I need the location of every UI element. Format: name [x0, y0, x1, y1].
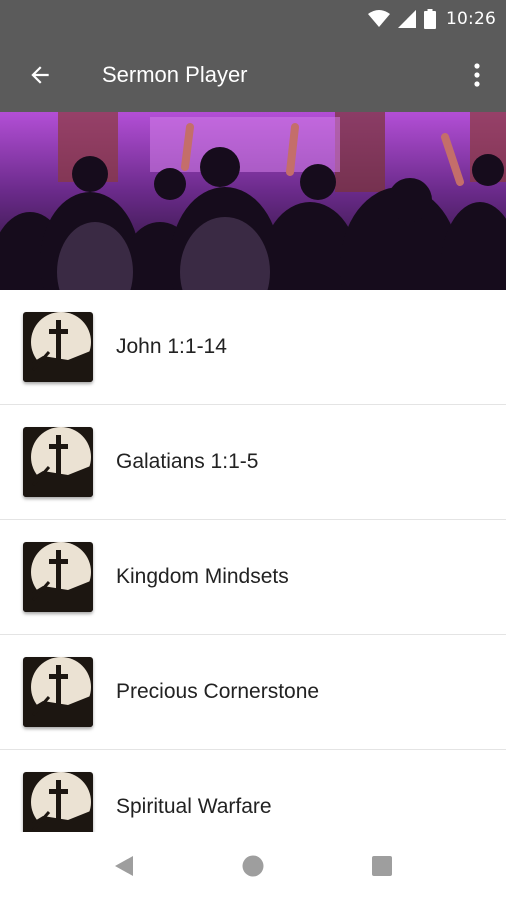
- cross-thumbnail: [23, 772, 93, 832]
- system-nav-bar: [0, 832, 506, 900]
- wifi-icon: [368, 10, 390, 28]
- nav-recents-button[interactable]: [352, 836, 412, 896]
- cross-thumbnail: [23, 427, 93, 497]
- nav-back-button[interactable]: [94, 836, 154, 896]
- sermon-list: John 1:1-14 Galatians 1:1-5 Kingdom Mind…: [0, 290, 506, 832]
- back-triangle-icon: [115, 856, 134, 876]
- cell-signal-icon: [398, 10, 416, 28]
- list-item[interactable]: Kingdom Mindsets: [0, 520, 506, 635]
- list-item[interactable]: Precious Cornerstone: [0, 635, 506, 750]
- nav-home-button[interactable]: [223, 836, 283, 896]
- page-title: Sermon Player: [102, 62, 248, 87]
- home-circle-icon: [242, 855, 264, 877]
- sermon-title: Kingdom Mindsets: [116, 565, 289, 588]
- sermon-title: Galatians 1:1-5: [116, 450, 259, 473]
- status-time: 10:26: [446, 9, 496, 29]
- back-button[interactable]: [0, 38, 80, 112]
- sermon-title: John 1:1-14: [116, 335, 227, 358]
- list-item[interactable]: John 1:1-14: [0, 290, 506, 405]
- battery-icon: [424, 9, 436, 29]
- arrow-back-icon: [31, 66, 49, 84]
- sermon-title: Precious Cornerstone: [116, 680, 320, 703]
- overflow-menu-button[interactable]: [448, 38, 506, 112]
- cross-thumbnail: [23, 542, 93, 612]
- list-item[interactable]: Spiritual Warfare: [0, 750, 506, 832]
- status-bar: 10:26: [0, 0, 506, 38]
- app-bar: Sermon Player: [0, 38, 506, 112]
- sermon-title: Spiritual Warfare: [116, 795, 272, 818]
- cross-thumbnail: [23, 312, 93, 382]
- cross-thumbnail: [23, 657, 93, 727]
- more-vert-icon: [474, 63, 480, 87]
- list-item[interactable]: Galatians 1:1-5: [0, 405, 506, 520]
- recents-square-icon: [371, 856, 392, 876]
- header-banner-image: [0, 112, 506, 290]
